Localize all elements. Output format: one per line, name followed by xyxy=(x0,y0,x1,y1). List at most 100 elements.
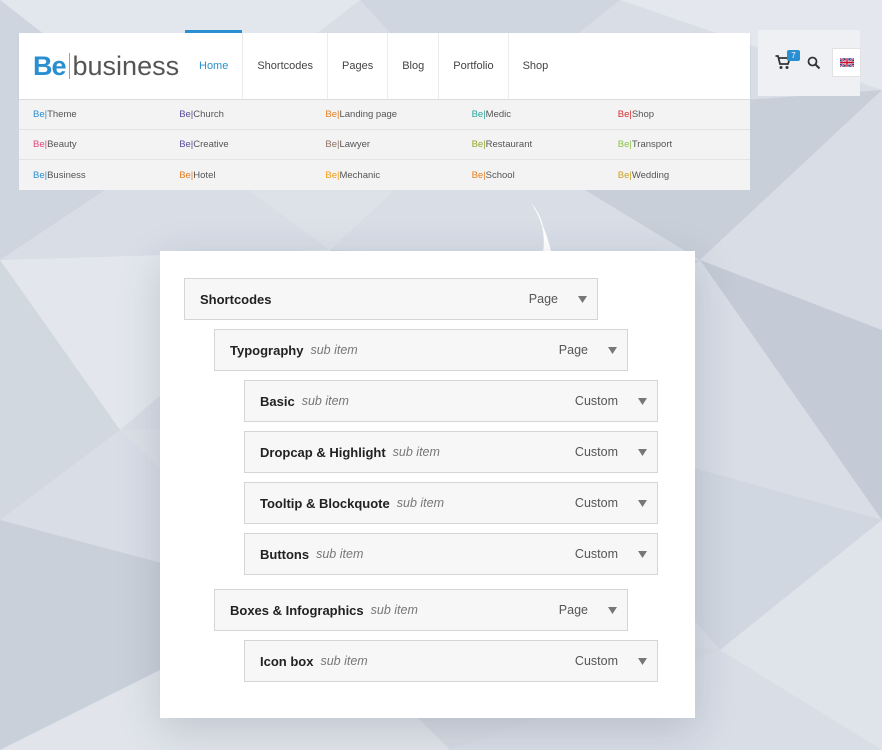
chevron-down-icon[interactable] xyxy=(608,347,617,354)
mega-menu-item[interactable]: Be|Landing page xyxy=(311,109,457,120)
item-title: Dropcap & Highlight xyxy=(260,444,386,460)
item-type: Custom xyxy=(574,445,618,459)
item-subtitle: sub item xyxy=(396,496,444,510)
menu-item-shop[interactable]: Shop xyxy=(507,33,563,99)
item-type: Custom xyxy=(574,654,618,668)
chevron-down-icon[interactable] xyxy=(608,607,617,614)
item-title: Shortcodes xyxy=(200,291,272,307)
item-label: Creative xyxy=(193,139,229,150)
mega-menu-row: Be|Beauty Be|Creative Be|Lawyer Be|Resta… xyxy=(19,130,750,160)
item-label: Transport xyxy=(631,139,673,150)
menu-item-dropcap-row[interactable]: Dropcap & Highlight sub item Custom xyxy=(244,431,658,473)
mega-menu-item[interactable]: Be|Theme xyxy=(19,109,165,120)
item-type: Page xyxy=(558,603,588,617)
mega-menu-item[interactable]: Be|Transport xyxy=(604,139,750,150)
language-switcher[interactable] xyxy=(832,48,861,77)
item-subtitle: sub item xyxy=(392,445,440,459)
menu-item-shortcodes-row[interactable]: Shortcodes Page xyxy=(184,278,598,320)
item-type: Page xyxy=(528,292,558,306)
logo-brand: Be xyxy=(33,51,67,81)
chevron-down-icon[interactable] xyxy=(638,449,647,456)
item-prefix: Be| xyxy=(179,139,194,150)
mega-menu-row: Be|Theme Be|Church Be|Landing page Be|Me… xyxy=(19,100,750,130)
item-label: Wedding xyxy=(631,169,670,181)
item-label: Lawyer xyxy=(339,139,371,150)
logo[interactable]: Be business xyxy=(33,48,179,84)
item-prefix: Be| xyxy=(33,139,48,150)
mega-menu-item[interactable]: Be|Church xyxy=(165,109,311,120)
callout-pointer xyxy=(531,203,551,253)
mega-menu-item[interactable]: Be|Lawyer xyxy=(311,139,457,150)
mega-menu-item[interactable]: Be|Mechanic xyxy=(311,170,457,181)
mega-menu-item[interactable]: Be|Beauty xyxy=(19,139,165,150)
item-title: Buttons xyxy=(260,546,310,562)
item-subtitle: sub item xyxy=(370,603,418,617)
main-menu: Home Shortcodes Pages Blog Portfolio Sho… xyxy=(185,30,563,99)
chevron-down-icon[interactable] xyxy=(638,500,647,507)
item-type: Custom xyxy=(574,496,618,510)
item-prefix: Be| xyxy=(179,109,194,120)
item-subtitle: sub item xyxy=(301,394,349,408)
item-type: Page xyxy=(558,343,588,357)
item-prefix: Be| xyxy=(617,139,632,150)
menu-item-typography-row[interactable]: Typography sub item Page xyxy=(214,329,628,371)
mega-menu: Be|Theme Be|Church Be|Landing page Be|Me… xyxy=(19,99,750,190)
item-label: Theme xyxy=(47,109,77,120)
item-label: Business xyxy=(47,169,86,181)
item-prefix: Be| xyxy=(33,169,48,181)
logo-separator xyxy=(68,53,70,79)
uk-flag-icon xyxy=(839,58,854,67)
chevron-down-icon[interactable] xyxy=(638,551,647,558)
cart-count-badge: 7 xyxy=(787,50,800,61)
mega-menu-item[interactable]: Be|Medic xyxy=(458,109,604,120)
menu-item-home[interactable]: Home xyxy=(185,30,243,99)
search-icon[interactable] xyxy=(807,56,821,70)
mega-menu-row: Be|Business Be|Hotel Be|Mechanic Be|Scho… xyxy=(19,160,750,190)
logo-name: business xyxy=(72,51,180,81)
mega-menu-item[interactable]: Be|Creative xyxy=(165,139,311,150)
mega-menu-item[interactable]: Be|School xyxy=(458,170,604,181)
mega-menu-item[interactable]: Be|Shop xyxy=(604,109,750,120)
menu-item-pages[interactable]: Pages xyxy=(327,33,387,99)
menu-item-shortcodes[interactable]: Shortcodes xyxy=(242,33,327,99)
item-prefix: Be| xyxy=(325,109,340,120)
item-label: Church xyxy=(193,109,224,120)
item-prefix: Be| xyxy=(179,169,194,181)
item-prefix: Be| xyxy=(325,169,340,181)
item-label: Beauty xyxy=(47,139,77,150)
mega-menu-item[interactable]: Be|Restaurant xyxy=(458,139,604,150)
item-prefix: Be| xyxy=(617,109,632,120)
menu-item-basic-row[interactable]: Basic sub item Custom xyxy=(244,380,658,422)
item-title: Tooltip & Blockquote xyxy=(260,495,390,511)
chevron-down-icon[interactable] xyxy=(578,296,587,303)
menu-item-iconbox-row[interactable]: Icon box sub item Custom xyxy=(244,640,658,682)
mega-menu-item[interactable]: Be|Hotel xyxy=(165,170,311,181)
menu-item-buttons-row[interactable]: Buttons sub item Custom xyxy=(244,533,658,575)
item-prefix: Be| xyxy=(471,139,486,150)
menu-item-boxes-row[interactable]: Boxes & Infographics sub item Page xyxy=(214,589,628,631)
item-label: Landing page xyxy=(339,109,398,120)
item-title: Basic xyxy=(260,393,295,409)
item-label: Restaurant xyxy=(485,139,533,150)
menu-item-portfolio[interactable]: Portfolio xyxy=(438,33,507,99)
site-header: Be business Home Shortcodes Pages Blog P… xyxy=(19,30,750,99)
item-prefix: Be| xyxy=(33,109,48,120)
item-title: Typography xyxy=(230,342,304,358)
item-title: Boxes & Infographics xyxy=(230,602,364,618)
chevron-down-icon[interactable] xyxy=(638,658,647,665)
mega-menu-item[interactable]: Be|Business xyxy=(19,170,165,181)
item-label: Mechanic xyxy=(339,169,381,181)
menu-item-blog[interactable]: Blog xyxy=(387,33,438,99)
item-prefix: Be| xyxy=(325,139,340,150)
item-label: Medic xyxy=(485,109,511,120)
item-prefix: Be| xyxy=(471,169,486,181)
menu-item-tooltip-row[interactable]: Tooltip & Blockquote sub item Custom xyxy=(244,482,658,524)
item-label: Hotel xyxy=(193,169,216,181)
item-type: Custom xyxy=(574,547,618,561)
chevron-down-icon[interactable] xyxy=(638,398,647,405)
item-subtitle: sub item xyxy=(320,654,368,668)
item-subtitle: sub item xyxy=(310,343,358,357)
mega-menu-item[interactable]: Be|Wedding xyxy=(604,170,750,181)
item-prefix: Be| xyxy=(471,109,486,120)
item-subtitle: sub item xyxy=(316,547,364,561)
